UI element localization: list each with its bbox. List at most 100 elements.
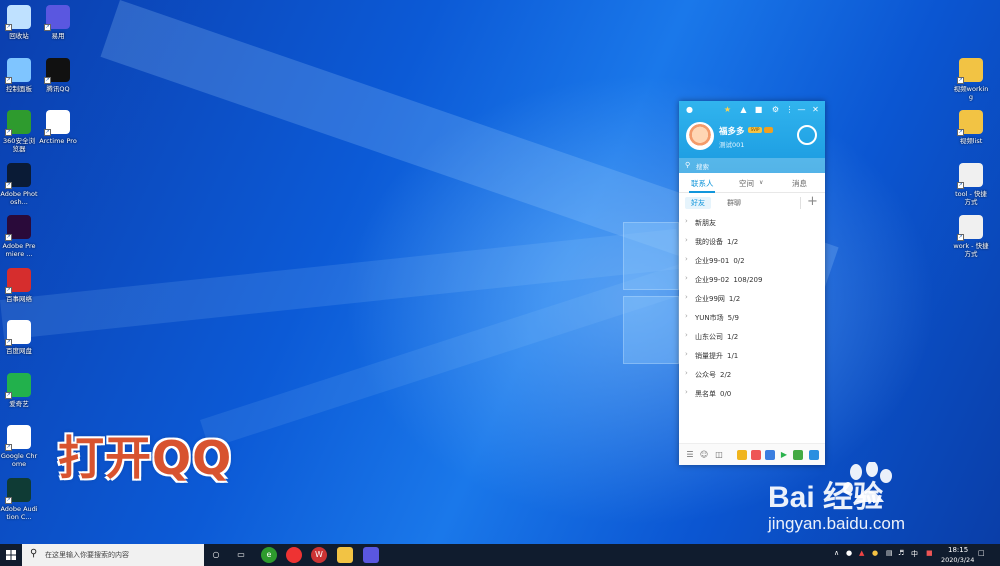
desktop-icon[interactable]: ↗ 百度网盘 [0, 320, 38, 355]
subtab-groups[interactable]: 群聊 [727, 198, 741, 208]
browser-360-icon[interactable]: e [261, 547, 277, 563]
browser-360-icon: ↗ [5, 110, 31, 136]
more-icon[interactable]: ⋮ [785, 105, 794, 114]
list-item[interactable]: › 黑名单 0/0 [679, 384, 825, 403]
list-item[interactable]: › 我的设备 1/2 [679, 232, 825, 251]
tray-app-icon[interactable]: ▲ [859, 549, 864, 557]
qq-logo-icon: ● [686, 105, 693, 114]
group-label: 企业99-01 0/2 [695, 256, 745, 266]
divider [800, 197, 801, 209]
mail-icon[interactable] [751, 450, 761, 460]
qq-nickname[interactable]: 福多多 [719, 125, 745, 137]
tab-contacts[interactable]: 联系人 [691, 178, 714, 189]
group-count: 108/209 [733, 276, 763, 284]
file-transfer-icon[interactable]: ◫ [714, 450, 724, 460]
clock-time[interactable]: 18:15 [948, 546, 968, 554]
qq-main-panel: ● ★ ▲ ■ ⚙ ⋮ — ✕ 福多多 SVIP 测试001 ⚲ 搜索 联系人 … [679, 101, 825, 465]
minimize-icon[interactable]: — [797, 105, 806, 114]
arctime-icon: ↗ [44, 110, 70, 136]
file-shortcut-icon: ↗ [957, 215, 983, 241]
app-purple-icon[interactable] [363, 547, 379, 563]
add-friend-icon[interactable]: ☺ [699, 450, 709, 460]
chevron-down-icon[interactable]: ∨ [759, 179, 763, 186]
qq-tabs: 联系人 空间 ∨ 消息 [679, 173, 825, 193]
video-icon[interactable] [765, 450, 775, 460]
desktop-icon[interactable]: ↗ Arctime Pro [39, 110, 77, 145]
app-center-icon[interactable] [793, 450, 803, 460]
game-icon[interactable] [737, 450, 747, 460]
desktop-icon[interactable]: ↗ 回收站 [0, 5, 38, 40]
chevron-right-icon: › [685, 369, 688, 377]
wps-icon[interactable]: W [311, 547, 327, 563]
menu-icon[interactable]: ☰ [685, 450, 695, 460]
add-icon[interactable]: + [807, 194, 818, 209]
list-item[interactable]: › 企业99-01 0/2 [679, 251, 825, 270]
list-item[interactable]: › 企业99网 1/2 [679, 289, 825, 308]
qq-search-box[interactable]: ⚲ 搜索 [679, 158, 825, 173]
volume-icon[interactable]: ♬ [898, 549, 904, 557]
qq-penguin-icon: ↗ [44, 58, 70, 84]
settings-icon[interactable]: ⚙ [771, 105, 780, 114]
tray-app-icon[interactable]: ■ [926, 549, 933, 557]
chevron-right-icon: › [685, 312, 688, 320]
desktop-icon[interactable]: ↗ 360安全浏览器 [0, 110, 38, 153]
desktop-icon[interactable]: ↗ 控制面板 [0, 58, 38, 93]
desktop-icon[interactable]: ↗ 易用 [39, 5, 77, 40]
shield-icon[interactable]: ■ [754, 105, 763, 114]
desktop-icon[interactable]: ↗ work - 快捷方式 [952, 215, 990, 258]
list-item[interactable]: › 公众号 2/2 [679, 365, 825, 384]
folder-icon: ↗ [957, 58, 983, 84]
grid-apps-icon[interactable] [809, 450, 819, 460]
close-icon[interactable]: ✕ [811, 105, 820, 114]
desktop-icon[interactable]: ↗ 爱奇艺 [0, 373, 38, 408]
desktop-icon[interactable]: ↗ Google Chrome [0, 425, 38, 468]
weather-sun-icon[interactable] [797, 125, 817, 145]
shortcut-arrow-icon: ↗ [5, 497, 12, 504]
qq-signature[interactable]: 测试001 [719, 139, 744, 149]
desktop-icon[interactable]: ↗ 腾讯QQ [39, 58, 77, 93]
play-icon[interactable]: ▶ [779, 450, 789, 460]
ime-label[interactable]: 中 [911, 549, 918, 559]
list-item[interactable]: › 山东公司 1/2 [679, 327, 825, 346]
desktop: ↗ 回收站 ↗ 控制面板 ↗ 360安全浏览器 ↗ Adobe Photosh... ↗ Adob… [0, 0, 1000, 544]
list-item[interactable]: › 新朋友 [679, 213, 825, 232]
list-item[interactable]: › 企业99-02 108/209 [679, 270, 825, 289]
chevron-right-icon: › [685, 255, 688, 263]
tray-expand-icon[interactable]: ∧ [834, 549, 839, 557]
group-count: 0/0 [720, 390, 732, 398]
tray-app-icon[interactable]: ● [872, 549, 878, 557]
shortcut-arrow-icon: ↗ [5, 287, 12, 294]
chevron-right-icon: › [685, 293, 688, 301]
tab-messages[interactable]: 消息 [792, 178, 807, 189]
start-button[interactable] [0, 544, 22, 566]
list-item[interactable]: › YUN市场 5/9 [679, 308, 825, 327]
tab-qzone[interactable]: 空间 [739, 178, 754, 189]
desktop-icon[interactable]: ↗ Adobe Photosh... [0, 163, 38, 206]
group-name: 我的设备 [695, 238, 723, 246]
desktop-icon[interactable]: ↗ 视频list [952, 110, 990, 145]
network-icon[interactable]: ▤ [886, 549, 893, 557]
subtab-friends[interactable]: 好友 [685, 197, 711, 209]
star-icon[interactable]: ★ [723, 105, 732, 114]
mic-icon[interactable]: ● [846, 549, 852, 557]
vip-level-badge[interactable] [764, 127, 773, 133]
group-label: YUN市场 5/9 [695, 313, 739, 323]
cortana-icon[interactable]: ○ [208, 547, 224, 563]
notification-icon[interactable]: □ [978, 549, 985, 557]
desktop-icon[interactable]: ↗ 视频working [952, 58, 990, 101]
iqiyi-icon: ↗ [5, 373, 31, 399]
list-item[interactable]: › 销量提升 1/1 [679, 346, 825, 365]
chrome-icon[interactable] [286, 547, 302, 563]
file-explorer-icon[interactable] [337, 547, 353, 563]
clock-date[interactable]: 2020/3/24 [941, 556, 974, 564]
shirt-icon[interactable]: ▲ [739, 105, 748, 114]
taskbar-search-box[interactable]: ⚲ 在这里输入你要搜索的内容 [22, 544, 204, 566]
avatar[interactable] [686, 122, 714, 150]
desktop-icon[interactable]: ↗ Adobe Premiere ... [0, 215, 38, 258]
group-label: 新朋友 [695, 218, 720, 228]
desktop-icon[interactable]: ↗ 百事网络 [0, 268, 38, 303]
vip-badge[interactable]: SVIP [748, 127, 762, 133]
desktop-icon[interactable]: ↗ tool - 快捷方式 [952, 163, 990, 206]
desktop-icon[interactable]: ↗ Adobe Audition C... [0, 478, 38, 521]
task-view-icon[interactable]: ▭ [233, 547, 249, 563]
